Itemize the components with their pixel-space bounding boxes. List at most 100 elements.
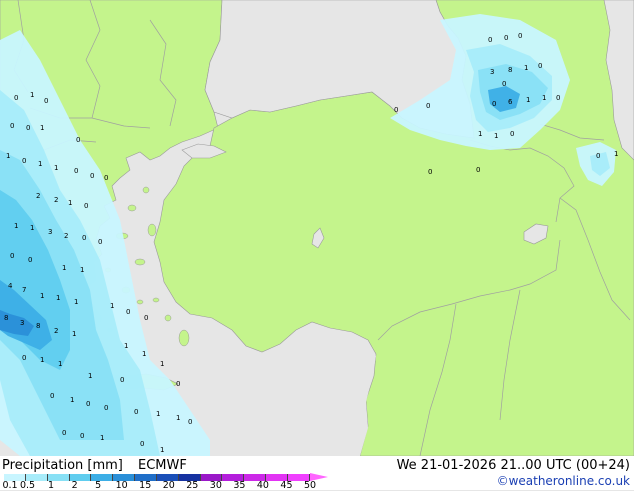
rain-amount-label: 0 [144, 314, 148, 322]
rain-amount-label: 0 [76, 136, 80, 144]
rain-amount-label: 1 [40, 124, 44, 132]
rain-amount-label: 1 [526, 96, 530, 104]
map-footer: Precipitation [mm] ECMWF We 21-01-2026 2… [0, 456, 634, 490]
rain-amount-label: 1 [614, 150, 618, 158]
rain-amount-label: 0 [120, 376, 124, 384]
rain-amount-label: 7 [22, 286, 26, 294]
scale-tick-label: 40 [256, 480, 269, 491]
rain-amount-label: 1 [40, 356, 44, 364]
rain-amount-label: 1 [88, 372, 92, 380]
rain-amount-label: 0 [476, 166, 480, 174]
rain-amount-label: 0 [518, 32, 522, 40]
rain-amount-label: 1 [176, 414, 180, 422]
rain-amount-label: 0 [14, 94, 18, 102]
precipitation-map: 0 100 0 1010 1 1 00 02 2 1 01 1 3 2 0 00 01 14 71 1 1 10083 82… [0, 0, 634, 456]
scale-tick-label: 5 [95, 480, 102, 491]
rain-amount-label: 3 [490, 68, 494, 76]
valid-time: We 21-01-2026 21..00 UTC (00+24) [396, 458, 630, 473]
rain-amount-label: 1 [58, 360, 62, 368]
scale-tick-label: 20 [162, 480, 175, 491]
rain-amount-label: 0 [492, 100, 496, 108]
scale-tick-label: 0.1 [2, 480, 18, 491]
rain-amount-label: 1 [142, 350, 146, 358]
model-name: ECMWF [138, 458, 187, 473]
rain-amount-label: 1 [54, 164, 58, 172]
rain-amount-label: 1 [110, 302, 114, 310]
scale-tick-label: 35 [233, 480, 246, 491]
rain-amount-label: 0 [104, 404, 108, 412]
rain-amount-label: 1 [40, 292, 44, 300]
rain-amount-label: 0 [28, 256, 32, 264]
rain-amount-label: 0 [10, 252, 14, 260]
rain-amount-label: 0 [504, 34, 508, 42]
scale-tick-label: 30 [209, 480, 222, 491]
rain-amount-label: 0 [556, 94, 560, 102]
rain-amount-label: 1 [124, 342, 128, 350]
rain-amount-label: 0 [188, 418, 192, 426]
rain-amount-label: 0 [126, 308, 130, 316]
rain-amount-label: 3 [48, 228, 52, 236]
rain-amount-label: 1 [494, 132, 498, 140]
rain-amount-label: 8 [4, 314, 8, 322]
rain-amount-label: 1 [478, 130, 482, 138]
rain-amount-label: 0 [134, 408, 138, 416]
rain-amount-label: 0 [74, 167, 78, 175]
rain-amount-label: 0 [50, 392, 54, 400]
rain-amount-label: 0 [104, 174, 108, 182]
rain-amount-label: 0 [426, 102, 430, 110]
rain-amount-label: 1 [62, 264, 66, 272]
rain-amount-label: 0 [502, 80, 506, 88]
credit-link[interactable]: ©weatheronline.co.uk [497, 474, 630, 488]
rain-amount-label: 0 [394, 106, 398, 114]
rain-amount-label: 0 [510, 130, 514, 138]
rain-amount-label: 4 [8, 282, 13, 290]
rain-amount-label: 1 [542, 94, 546, 102]
rain-amount-label: 2 [36, 192, 40, 200]
rain-amount-label: 1 [6, 152, 10, 160]
rain-amount-label: 1 [14, 222, 18, 230]
rain-amount-label: 1 [56, 294, 60, 302]
scale-tick-label: 1 [48, 480, 55, 491]
rain-amount-label: 3 [20, 319, 24, 327]
rain-amount-label: 2 [64, 232, 68, 240]
rain-amount-label: 1 [72, 330, 76, 338]
rain-amount-label: 1 [524, 64, 528, 72]
rain-amount-label: 1 [160, 360, 164, 368]
rain-amount-label: 0 [488, 36, 492, 44]
scale-tick-label: 15 [139, 480, 152, 491]
rain-amount-label: 0 [140, 440, 144, 448]
rain-amount-label: 1 [74, 298, 78, 306]
rain-amount-label: 1 [156, 410, 160, 418]
rain-amount-label: 0 [80, 432, 84, 440]
rain-amount-label: 0 [62, 429, 66, 437]
scale-tick-label: 25 [186, 480, 199, 491]
rain-amount-label: 6 [508, 98, 513, 106]
scale-tick-label: 0.5 [19, 480, 36, 491]
rain-amount-label: 8 [36, 322, 40, 330]
rain-amount-label: 0 [26, 124, 30, 132]
scale-tick-label: 10 [115, 480, 128, 491]
scale-tick-label: 2 [71, 480, 78, 491]
map-title: Precipitation [mm] [2, 458, 123, 473]
rain-amount-label: 1 [30, 91, 34, 99]
rain-amount-label: 0 [98, 238, 102, 246]
rain-amount-label: 0 [596, 152, 600, 160]
rain-amount-label: 1 [30, 224, 34, 232]
rain-amount-label: 1 [80, 266, 84, 274]
rain-amount-label: 0 [10, 122, 14, 130]
rain-amount-label: 0 [82, 234, 86, 242]
rain-amount-label: 0 [22, 354, 26, 362]
rain-amount-label: 2 [54, 196, 58, 204]
rain-amount-label: 0 [176, 380, 180, 388]
rain-amount-label: 2 [54, 327, 58, 335]
scale-tick-label: 45 [280, 480, 293, 491]
rain-amount-label: 1 [38, 160, 42, 168]
rain-amount-label: 0 [428, 168, 432, 176]
scale-tick-label: 50 [303, 480, 317, 491]
rain-amount-label: 0 [22, 157, 26, 165]
rain-amount-label: 1 [70, 396, 74, 404]
rain-amount-label: 1 [68, 199, 72, 207]
rain-amount-label: 1 [160, 446, 164, 454]
rain-amount-label: 8 [508, 66, 512, 74]
rain-amount-label: 1 [100, 434, 104, 442]
